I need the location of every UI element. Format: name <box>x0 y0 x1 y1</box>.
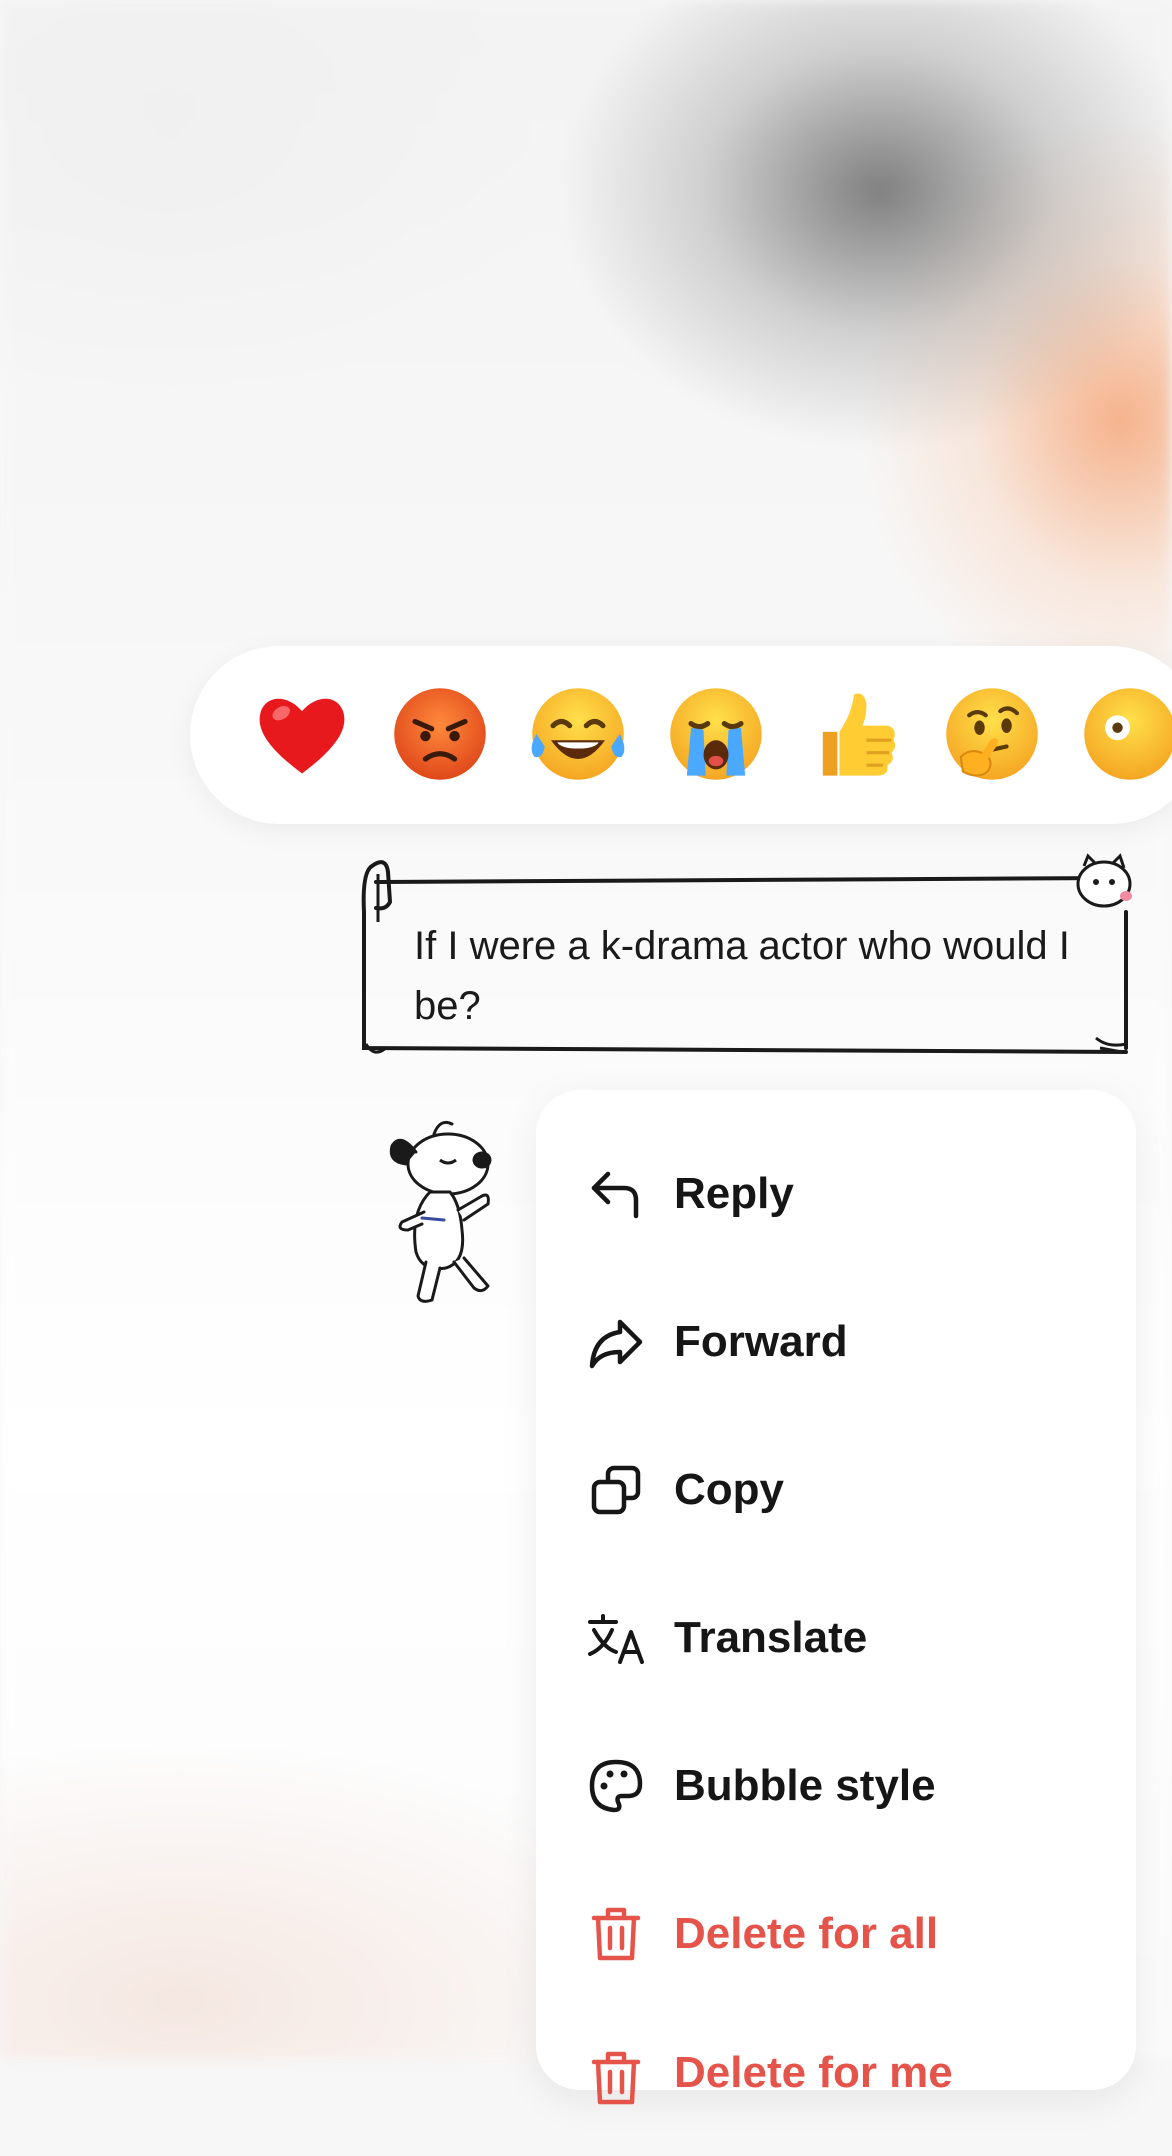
copy-icon <box>586 1460 646 1520</box>
angry-face-emoji[interactable] <box>388 682 492 786</box>
loudly-crying-emoji[interactable] <box>664 682 768 786</box>
menu-label-translate: Translate <box>674 1613 868 1662</box>
message-bubble[interactable]: If I were a k-drama actor who would I be… <box>356 852 1134 1060</box>
bubble-cat-doodle <box>1076 853 1132 908</box>
menu-label-delete-for-all: Delete for all <box>674 1909 939 1958</box>
dancing-dog-sticker[interactable] <box>370 1112 514 1312</box>
menu-label-forward: Forward <box>674 1317 848 1366</box>
trash-icon <box>586 2048 646 2108</box>
menu-item-translate[interactable]: Translate <box>536 1564 1136 1712</box>
red-heart-emoji[interactable] <box>250 682 354 786</box>
menu-item-bubble-style[interactable]: Bubble style <box>536 1712 1136 1860</box>
message-text: If I were a k-drama actor who would I be… <box>414 924 1070 1028</box>
face-emoji-partial[interactable] <box>1078 682 1172 786</box>
menu-label-reply: Reply <box>674 1169 794 1218</box>
reply-arrow-icon <box>586 1164 646 1224</box>
menu-label-delete-for-me: Delete for me <box>674 2048 953 2097</box>
forward-arrow-icon <box>586 1312 646 1372</box>
thinking-face-emoji[interactable] <box>940 682 1044 786</box>
thumbs-up-emoji[interactable] <box>802 682 906 786</box>
context-menu: Reply Forward Copy Translate Bubble styl… <box>536 1090 1136 2105</box>
menu-item-forward[interactable]: Forward <box>536 1268 1136 1416</box>
translate-icon <box>586 1608 646 1668</box>
tears-of-joy-emoji[interactable] <box>526 682 630 786</box>
menu-item-delete-for-all[interactable]: Delete for all <box>536 1860 1136 2008</box>
reaction-bar <box>190 646 1172 824</box>
menu-item-copy[interactable]: Copy <box>536 1416 1136 1564</box>
menu-item-delete-for-me[interactable]: Delete for me <box>536 2008 1136 2156</box>
menu-label-bubble-style: Bubble style <box>674 1761 936 1810</box>
palette-icon <box>586 1756 646 1816</box>
trash-icon <box>586 1904 646 1964</box>
menu-item-reply[interactable]: Reply <box>536 1120 1136 1268</box>
menu-label-copy: Copy <box>674 1465 784 1514</box>
